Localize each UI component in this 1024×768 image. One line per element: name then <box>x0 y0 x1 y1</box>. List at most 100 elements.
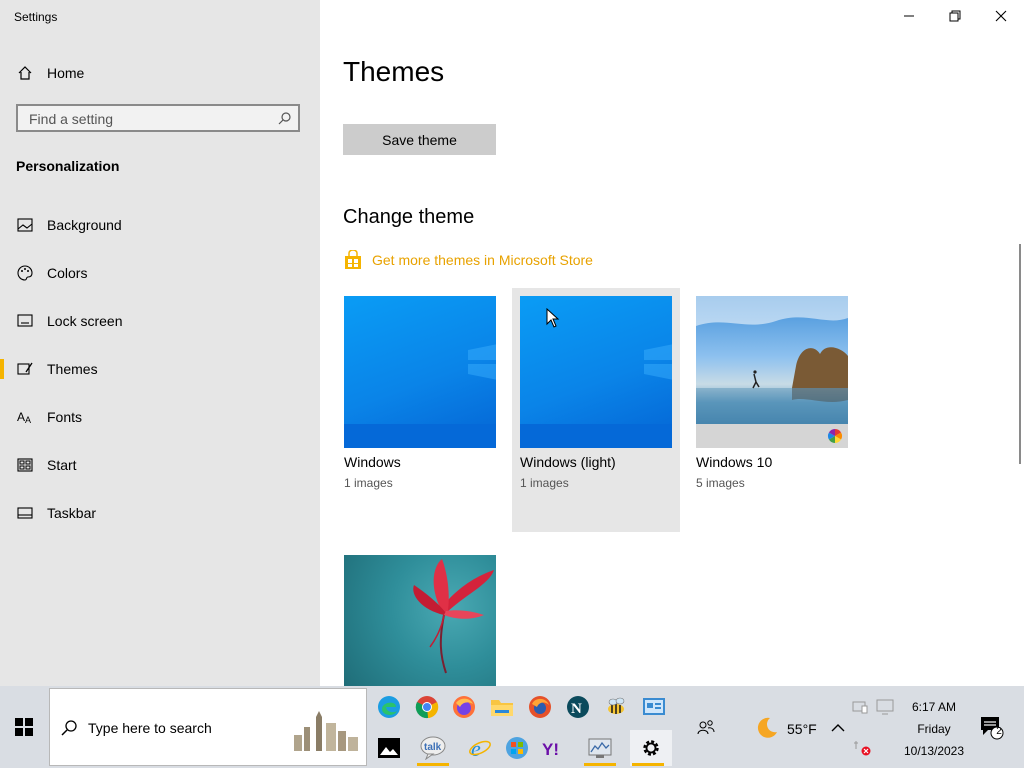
firefox-taskbar-button[interactable] <box>446 689 482 725</box>
search-input[interactable] <box>27 106 271 132</box>
sidebar-item-label: Lock screen <box>47 313 123 329</box>
action-center-button[interactable]: 2 <box>978 714 1004 745</box>
theme-tile-flowers[interactable] <box>336 547 504 686</box>
tray-device-button[interactable] <box>850 689 870 725</box>
sidebar-item-fonts[interactable]: AA Fonts <box>0 400 320 434</box>
sidebar-item-themes[interactable]: Themes <box>0 352 320 386</box>
change-theme-heading: Change theme <box>343 206 475 228</box>
sidebar-item-home[interactable]: Home <box>0 56 320 90</box>
theme-tile-windows[interactable]: Windows 1 images <box>336 288 504 532</box>
svg-text:N: N <box>571 701 582 717</box>
weather-button[interactable] <box>749 710 785 746</box>
theme-thumbnail <box>344 555 496 686</box>
start-icon <box>16 456 34 474</box>
photos-taskbar-button[interactable] <box>371 730 407 766</box>
sidebar-item-taskbar[interactable]: Taskbar <box>0 496 320 530</box>
theme-tile-windows-light[interactable]: Windows (light) 1 images <box>512 288 680 532</box>
firefox-icon <box>453 696 475 718</box>
control-panel-taskbar-button[interactable] <box>636 689 672 725</box>
control-panel-icon <box>643 698 665 715</box>
store-link[interactable]: Get more themes in Microsoft Store <box>343 249 593 271</box>
chevron-up-icon <box>831 724 845 732</box>
people-button[interactable] <box>688 710 724 746</box>
sidebar-item-label: Fonts <box>47 409 83 425</box>
chrome-taskbar-button[interactable] <box>409 689 445 725</box>
edge-taskbar-button[interactable] <box>371 689 407 725</box>
save-theme-button[interactable]: Save theme <box>343 124 496 155</box>
sidebar-item-label: Background <box>47 217 122 233</box>
color-wheel-icon <box>828 429 842 443</box>
search-icon <box>61 720 77 736</box>
photo-icon <box>378 738 400 758</box>
theme-name: Windows <box>344 454 401 470</box>
yahoo-icon: Y! <box>542 740 559 759</box>
windows-orb-icon <box>506 737 528 759</box>
palette-icon <box>16 264 34 282</box>
scrollbar[interactable] <box>1019 244 1021 464</box>
firefox-alt-taskbar-button[interactable] <box>522 689 558 725</box>
close-icon <box>995 10 1007 22</box>
sidebar-item-label: Themes <box>47 361 98 377</box>
talk-icon: talk <box>420 736 446 760</box>
windows-logo-icon <box>468 344 496 380</box>
taskbar-search-placeholder: Type here to search <box>88 720 212 736</box>
city-skyline-icon <box>294 711 358 751</box>
resource-monitor-taskbar-button[interactable] <box>582 730 618 766</box>
bee-app-taskbar-button[interactable] <box>598 689 634 725</box>
window-title: Settings <box>14 10 58 24</box>
windows-start-icon <box>15 718 33 736</box>
theme-image-count: 5 images <box>696 476 745 490</box>
theme-tile-windows-10[interactable]: Windows 10 5 images <box>688 288 856 532</box>
svg-text:A: A <box>17 410 25 424</box>
section-heading: Personalization <box>16 158 120 174</box>
notification-count-badge: 2 <box>996 726 1002 737</box>
start-button[interactable] <box>0 686 48 768</box>
sidebar-item-label: Home <box>47 65 85 81</box>
sidebar-item-colors[interactable]: Colors <box>0 256 320 290</box>
close-button[interactable] <box>978 0 1024 32</box>
svg-text:A: A <box>25 415 31 424</box>
flower-photo <box>413 559 494 674</box>
minimize-icon <box>904 15 914 17</box>
sidebar: Settings Home Personalization Background… <box>0 0 320 686</box>
theme-name: Windows 10 <box>696 454 773 470</box>
beach-photo <box>696 296 848 424</box>
sidebar-item-start[interactable]: Start <box>0 448 320 482</box>
device-icon <box>852 701 868 714</box>
settings-taskbar-button[interactable] <box>630 730 672 766</box>
clock-date: 10/13/2023 <box>903 744 965 758</box>
store-link-label: Get more themes in Microsoft Store <box>372 252 593 268</box>
firefox-icon <box>529 696 551 718</box>
weather-temperature[interactable]: 55°F <box>787 721 817 737</box>
yahoo-messenger-taskbar-button[interactable]: Y! <box>537 730 573 766</box>
lock-screen-icon <box>16 312 34 330</box>
moon-icon <box>757 717 777 738</box>
netscape-icon: N <box>567 696 589 718</box>
mouse-cursor-icon <box>546 308 560 328</box>
taskbar-icon <box>16 504 34 522</box>
google-talk-taskbar-button[interactable]: talk <box>415 730 451 766</box>
restore-button[interactable] <box>932 0 978 32</box>
theme-thumbnail <box>696 296 848 448</box>
sidebar-item-label: Colors <box>47 265 88 281</box>
sidebar-item-background[interactable]: Background <box>0 208 320 242</box>
chrome-icon <box>415 696 439 719</box>
theme-image-count: 1 images <box>520 476 569 490</box>
edge-icon <box>378 696 400 718</box>
taskbar: Type here to search N talk e Y! 55°F 6:1… <box>0 686 1024 768</box>
search-icon[interactable] <box>278 111 292 130</box>
file-explorer-taskbar-button[interactable] <box>484 689 520 725</box>
netscape-taskbar-button[interactable]: N <box>560 689 596 725</box>
sidebar-item-lock-screen[interactable]: Lock screen <box>0 304 320 338</box>
windows-media-taskbar-button[interactable] <box>499 730 535 766</box>
network-status-button[interactable] <box>850 730 874 766</box>
taskbar-search-box[interactable]: Type here to search <box>49 688 367 766</box>
people-icon <box>697 720 715 735</box>
clock[interactable]: 6:17 AM Friday 10/13/2023 <box>892 696 976 762</box>
internet-explorer-taskbar-button[interactable]: e <box>462 730 498 766</box>
theme-thumbnail <box>344 296 496 448</box>
internet-explorer-icon: e <box>469 736 491 760</box>
find-setting-search[interactable] <box>16 104 300 132</box>
minimize-button[interactable] <box>886 0 932 32</box>
fonts-icon: AA <box>16 408 34 426</box>
